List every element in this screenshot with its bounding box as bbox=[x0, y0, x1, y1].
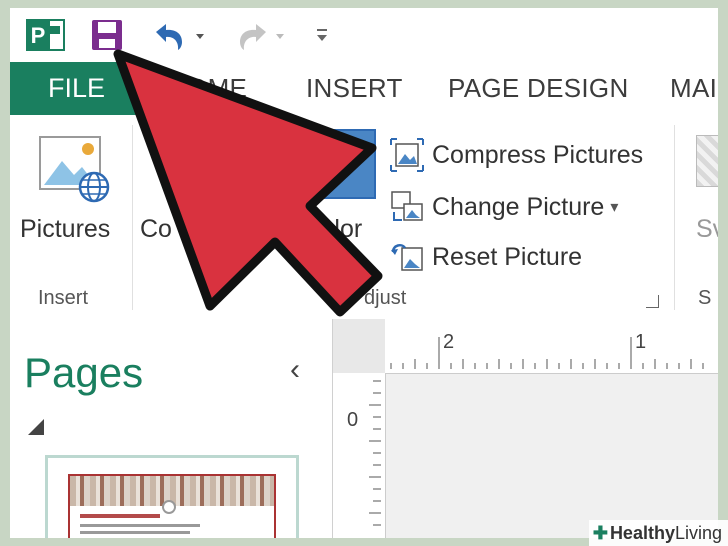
plus-icon: ✚ bbox=[592, 522, 608, 543]
watermark-brand-rest: Living bbox=[674, 522, 722, 543]
watermark-brand-bold: Healthy bbox=[609, 522, 675, 543]
watermark-badge: ✚ Healthy Living bbox=[588, 520, 728, 546]
pointer-arrow-overlay bbox=[113, 49, 383, 317]
